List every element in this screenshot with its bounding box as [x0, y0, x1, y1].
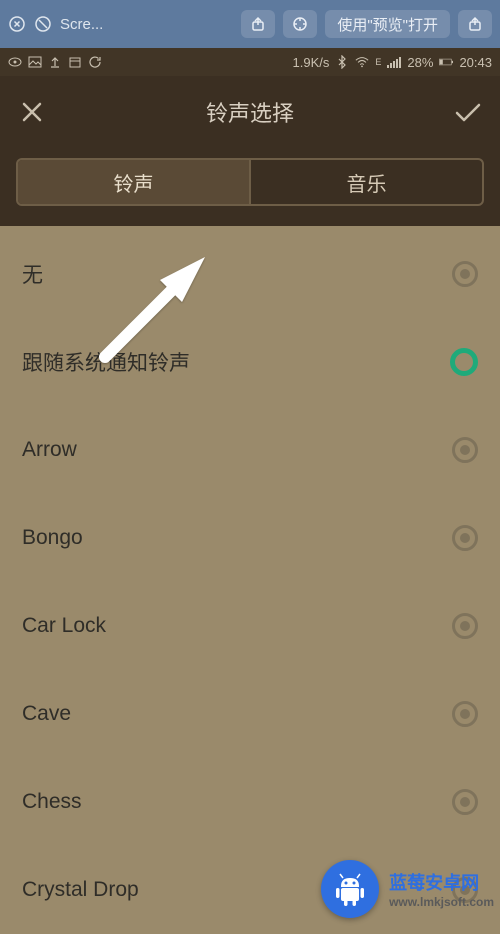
action-button-1[interactable] — [241, 10, 275, 38]
radio-icon[interactable] — [452, 437, 478, 463]
tab-1[interactable]: 音乐 — [251, 160, 482, 204]
image-icon — [28, 55, 42, 69]
browser-top-bar: Scre... 使用"预览"打开 — [0, 0, 500, 48]
close-button[interactable] — [18, 98, 46, 126]
battery-icon — [439, 55, 453, 69]
list-item-label: Arrow — [22, 438, 77, 462]
android-icon — [331, 870, 369, 908]
radio-icon[interactable] — [452, 701, 478, 727]
share-icon — [467, 16, 483, 32]
list-item-label: Bongo — [22, 526, 83, 550]
eye-icon — [8, 55, 22, 69]
network-speed: 1.9K/s — [293, 55, 330, 70]
list-item[interactable]: Car Lock — [0, 582, 500, 670]
close-icon — [20, 100, 44, 124]
watermark: 蓝莓安卓网 www.lmkjsoft.com — [321, 860, 494, 918]
signal-type: E — [375, 57, 381, 67]
wifi-icon — [355, 55, 369, 69]
tab-label: Scre... — [60, 16, 103, 33]
list-item[interactable]: Chess — [0, 758, 500, 846]
confirm-button[interactable] — [454, 98, 482, 126]
signal-icon — [387, 55, 401, 69]
open-with-preview-button[interactable]: 使用"预览"打开 — [325, 10, 450, 38]
bluetooth-icon — [335, 55, 349, 69]
share-up-icon — [250, 16, 266, 32]
clock-time: 20:43 — [459, 55, 492, 70]
tabs-container: 铃声音乐 — [0, 148, 500, 226]
list-item[interactable]: Arrow — [0, 406, 500, 494]
refresh-icon — [88, 55, 102, 69]
page-title: 铃声选择 — [206, 96, 294, 128]
share-button[interactable] — [458, 10, 492, 38]
phone-status-bar: 1.9K/s E 28% 20:43 — [0, 48, 500, 76]
list-item-label: 无 — [22, 259, 43, 289]
list-item[interactable]: 跟随系统通知铃声 — [0, 318, 500, 406]
marker-icon — [292, 16, 308, 32]
list-item[interactable]: Cave — [0, 670, 500, 758]
tabs: 铃声音乐 — [16, 158, 484, 206]
stop-icon[interactable] — [34, 15, 52, 33]
list-item-label: 跟随系统通知铃声 — [22, 347, 190, 377]
action-button-2[interactable] — [283, 10, 317, 38]
watermark-name: 蓝莓安卓网 — [389, 869, 494, 895]
list-item-label: Car Lock — [22, 614, 106, 638]
radio-icon[interactable] — [452, 525, 478, 551]
calendar-icon — [68, 55, 82, 69]
tab-0[interactable]: 铃声 — [18, 160, 251, 204]
watermark-logo — [321, 860, 379, 918]
watermark-url: www.lmkjsoft.com — [389, 895, 494, 909]
ringtone-list: 无跟随系统通知铃声 Arrow Bongo Car Lock Cave Chess Crys… — [0, 226, 500, 934]
radio-icon[interactable] — [452, 789, 478, 815]
list-item-label: Chess — [22, 790, 82, 814]
battery-percent: 28% — [407, 55, 433, 70]
list-item-label: Cave — [22, 702, 71, 726]
upload-icon — [48, 55, 62, 69]
list-item[interactable]: 无 — [0, 230, 500, 318]
radio-icon[interactable] — [452, 261, 478, 287]
radio-selected-icon[interactable] — [450, 348, 478, 376]
app-header: 铃声选择 — [0, 76, 500, 148]
list-item-label: Crystal Drop — [22, 878, 139, 902]
close-tab-icon[interactable] — [8, 15, 26, 33]
radio-icon[interactable] — [452, 613, 478, 639]
check-icon — [454, 100, 482, 124]
list-item[interactable]: Bongo — [0, 494, 500, 582]
